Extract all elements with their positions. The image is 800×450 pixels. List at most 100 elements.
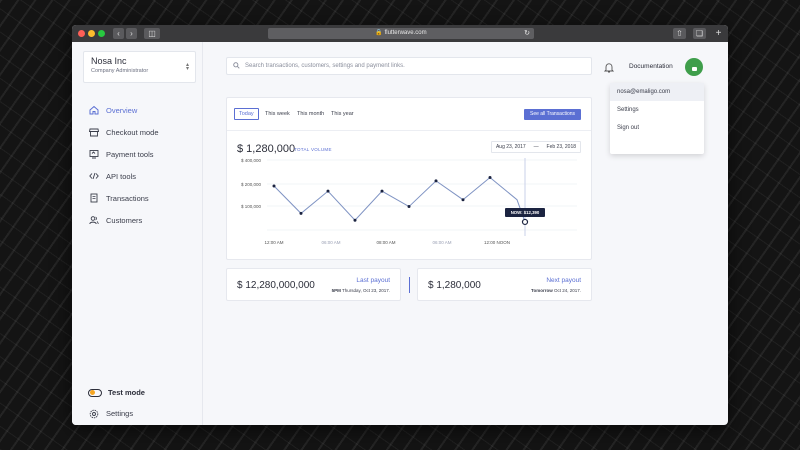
x-tick-label: 06:00 AM <box>321 240 340 245</box>
data-point <box>353 218 357 222</box>
y-tick-label: $ 400,000 <box>241 158 262 163</box>
sidebar-item-label: Overview <box>106 105 138 115</box>
sidebar-item-overview[interactable]: Overview <box>88 99 159 121</box>
next-payout-amount: $ 1,280,000 <box>428 280 481 291</box>
tab-this-week[interactable]: This week <box>265 111 290 117</box>
sidebar-item-payment-tools[interactable]: Payment tools <box>88 143 159 165</box>
address-bar[interactable]: 🔒 flutterwave.com ↻ <box>268 28 534 39</box>
last-payout-time: 5PM <box>331 288 341 293</box>
x-tick-label: 12:00 NOON <box>484 240 510 245</box>
sidebar-item-checkout-mode[interactable]: Checkout mode <box>88 121 159 143</box>
browser-titlebar: ‹ › ◫ 🔒 flutterwave.com ↻ ⇧ ❏ + <box>72 25 728 42</box>
x-tick-label: 08:00 AM <box>376 240 395 245</box>
code-icon <box>88 171 99 182</box>
org-switcher[interactable]: Nosa Inc Company Administrator ▴ ▾ <box>83 51 196 83</box>
org-name: Nosa Inc <box>91 56 127 66</box>
close-window-button[interactable] <box>78 30 85 37</box>
last-payout-day: Thursday, Oct 23, 2017. <box>342 288 390 293</box>
sidebar-item-label: Settings <box>106 409 134 418</box>
forward-button[interactable]: › <box>126 28 137 39</box>
sidebar-item-label: Checkout mode <box>106 127 159 137</box>
users-icon <box>88 215 99 226</box>
avatar[interactable] <box>685 58 703 76</box>
data-point-now <box>521 218 529 226</box>
sidebar-toggle-icon[interactable]: ◫ <box>144 28 160 39</box>
see-all-transactions-button[interactable]: See all Transactions <box>524 109 581 120</box>
share-icon[interactable]: ⇧ <box>673 28 686 39</box>
data-point <box>461 198 465 202</box>
sidebar: Nosa Inc Company Administrator ▴ ▾ Overvi… <box>72 42 203 425</box>
user-email: nosa@emaligo.com <box>610 83 704 101</box>
home-icon <box>88 105 99 116</box>
menu-item-settings[interactable]: Settings <box>610 101 704 119</box>
org-role: Company Administrator <box>91 68 149 74</box>
tabs-icon[interactable]: ❏ <box>693 28 706 39</box>
date-separator: — <box>533 144 539 150</box>
back-button[interactable]: ‹ <box>113 28 124 39</box>
search-input[interactable]: Search transactions, customers, settings… <box>226 57 592 75</box>
new-tab-icon[interactable]: + <box>712 28 725 39</box>
total-volume-amount: $ 1,280,000 <box>237 143 296 155</box>
data-point <box>326 189 330 193</box>
data-point <box>299 211 303 215</box>
period-tabs: Today This week This month This year See… <box>227 98 591 131</box>
search-placeholder: Search transactions, customers, settings… <box>245 63 405 69</box>
search-icon <box>233 61 240 71</box>
tab-today[interactable]: Today <box>234 108 259 120</box>
storefront-icon <box>88 127 99 138</box>
test-mode-toggle[interactable]: Test mode <box>88 388 145 397</box>
sidebar-item-transactions[interactable]: Transactions <box>88 187 159 209</box>
caret-updown-icon: ▴ ▾ <box>185 62 189 72</box>
date-range-picker[interactable]: Aug 23, 2017 — Feb 23, 2018 <box>491 141 581 153</box>
last-payout-label: Last payout <box>356 277 390 284</box>
maximize-window-button[interactable] <box>98 30 105 37</box>
next-payout-card: $ 1,280,000 Next payout Tomorrow Oct 24,… <box>417 268 592 301</box>
menu-item-sign-out[interactable]: Sign out <box>610 119 704 137</box>
reload-icon[interactable]: ↻ <box>524 28 530 39</box>
tooltip-label: NOW: $12,390 <box>511 210 540 215</box>
bell-icon[interactable] <box>603 60 615 78</box>
sidebar-item-customers[interactable]: Customers <box>88 209 159 231</box>
app-content: Nosa Inc Company Administrator ▴ ▾ Overvi… <box>72 42 728 425</box>
toggle-switch[interactable] <box>88 388 102 397</box>
sidebar-item-settings[interactable]: Settings <box>88 408 133 419</box>
tab-this-month[interactable]: This month <box>297 111 324 117</box>
last-payout-amount: $ 12,280,000,000 <box>237 280 315 291</box>
sidebar-item-label: Customers <box>106 215 143 225</box>
sidebar-item-label: Payment tools <box>106 149 154 159</box>
sidebar-nav: Overview Checkout mode Payment tools API… <box>88 99 159 231</box>
tab-this-year[interactable]: This year <box>331 111 354 117</box>
data-point <box>407 205 411 209</box>
lock-icon: 🔒 <box>375 30 383 36</box>
volume-chart: $ 400,000 $ 200,000 $ 100,000 NOW: $12,390 1… <box>241 158 577 245</box>
total-volume-label: TOTAL VOLUME <box>294 147 332 152</box>
data-point <box>380 189 384 193</box>
last-payout-date: 5PM Thursday, Oct 23, 2017. <box>332 288 390 293</box>
next-payout-day: Oct 24, 2017. <box>553 288 581 293</box>
x-tick-label: 06:00 AM <box>432 240 451 245</box>
y-tick-label: $ 100,000 <box>241 204 262 209</box>
next-payout-date: Tomorrow Oct 24, 2017. <box>531 288 581 293</box>
data-point <box>272 184 276 188</box>
browser-window: ‹ › ◫ 🔒 flutterwave.com ↻ ⇧ ❏ + Nosa Inc… <box>72 25 728 425</box>
user-menu-dropdown: nosa@emaligo.com Settings Sign out <box>610 83 704 154</box>
payout-divider <box>409 277 410 293</box>
data-point <box>434 179 438 183</box>
url-text: flutterwave.com <box>384 30 427 36</box>
sidebar-item-label: API tools <box>106 171 137 181</box>
payment-tools-icon <box>88 149 99 160</box>
sidebar-item-api-tools[interactable]: API tools <box>88 165 159 187</box>
date-from: Aug 23, 2017 <box>495 144 526 150</box>
test-mode-label: Test mode <box>108 388 145 397</box>
documentation-link[interactable]: Documentation <box>629 63 673 70</box>
sidebar-item-label: Transactions <box>106 193 149 203</box>
date-to: Feb 23, 2018 <box>546 144 577 150</box>
document-icon <box>88 193 99 204</box>
next-payout-time: Tomorrow <box>531 288 553 293</box>
gear-icon <box>88 408 99 419</box>
next-payout-label: Next payout <box>546 277 581 284</box>
data-point <box>488 175 492 179</box>
overview-card: Today This week This month This year See… <box>226 97 592 260</box>
y-tick-label: $ 200,000 <box>241 182 262 187</box>
minimize-window-button[interactable] <box>88 30 95 37</box>
